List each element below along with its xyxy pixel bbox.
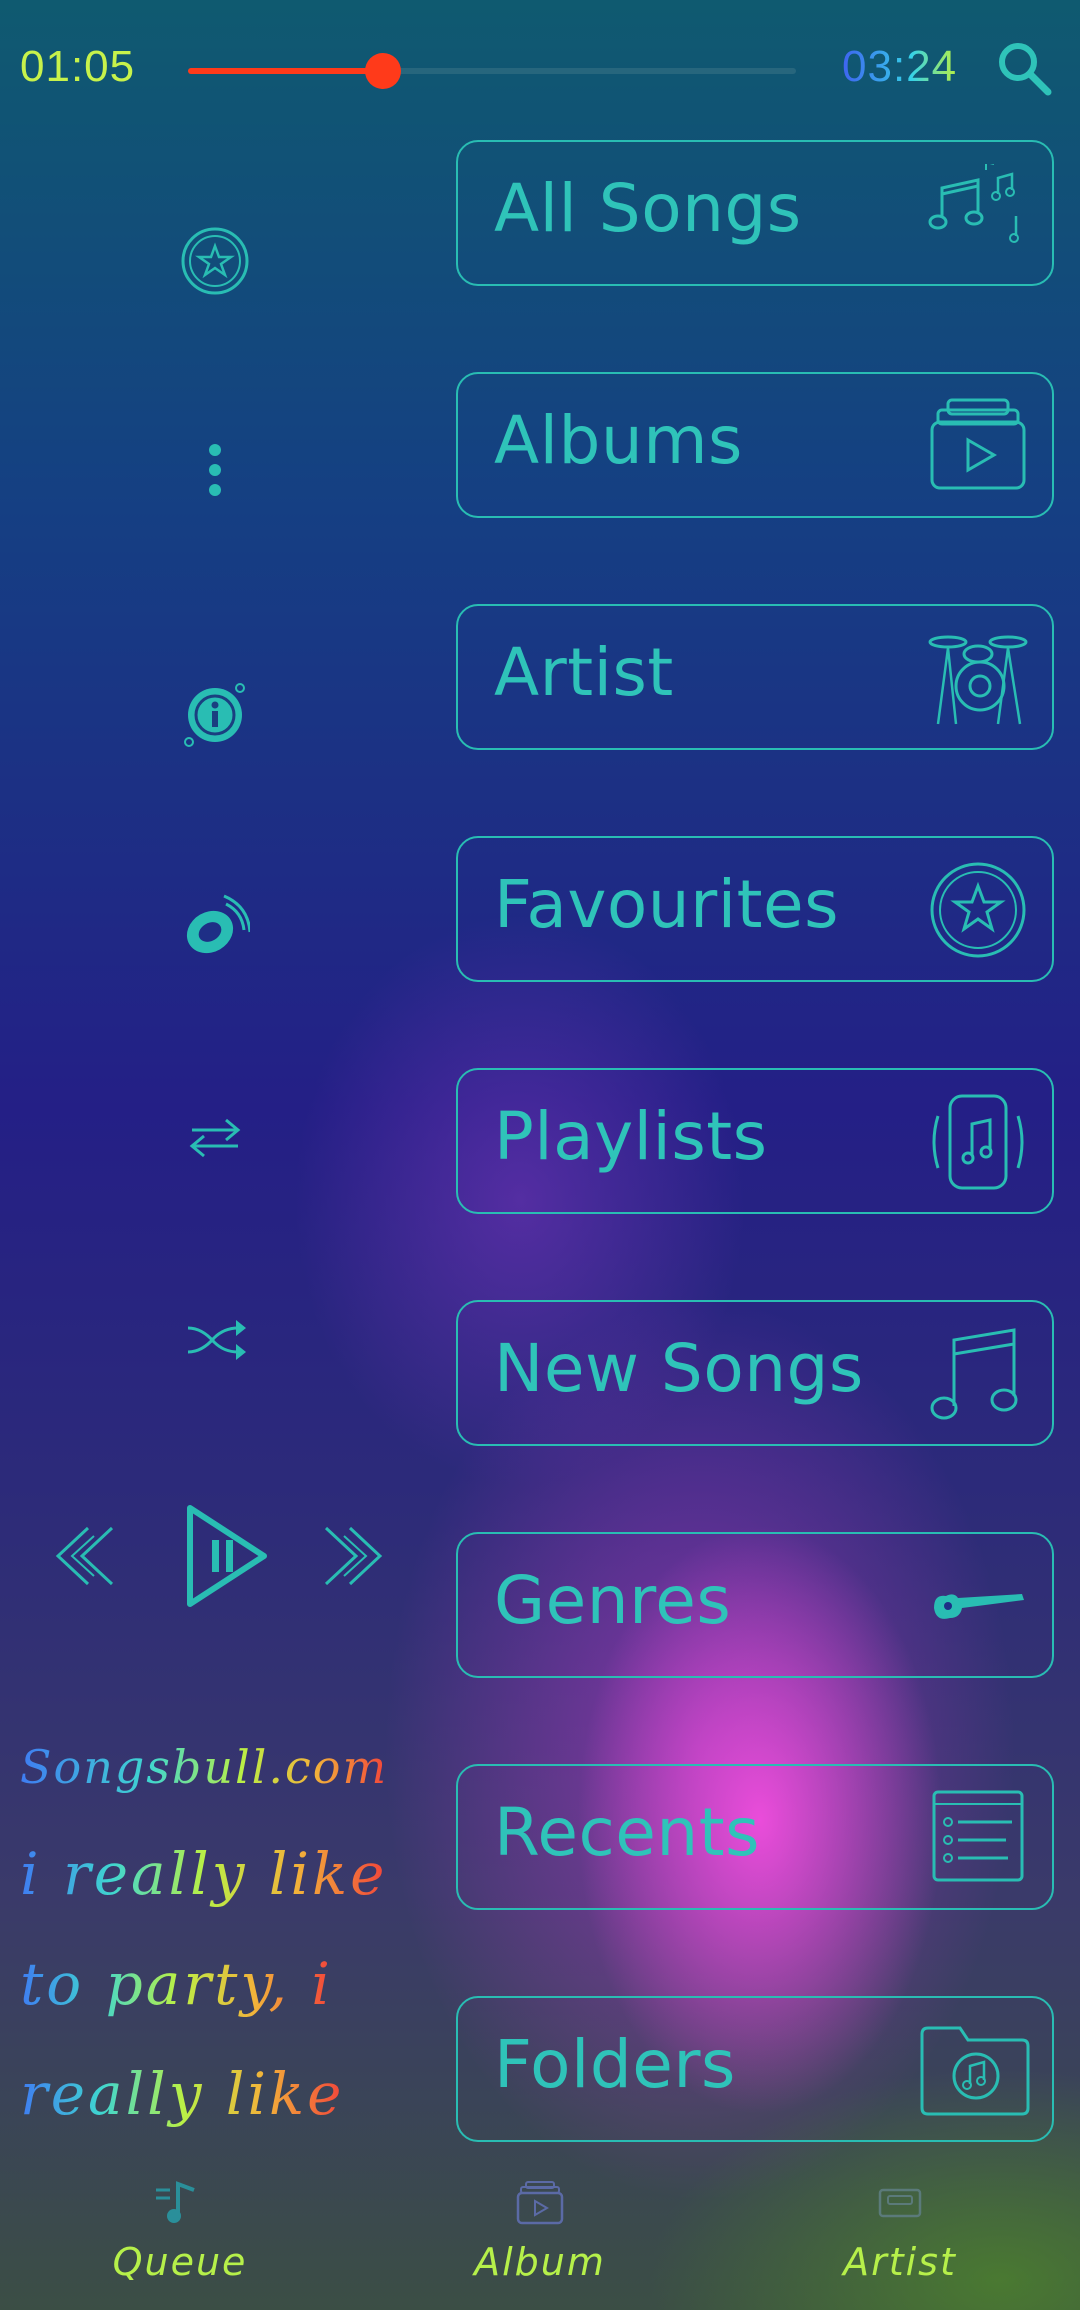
menu-playlists-button[interactable]: Playlists bbox=[456, 1068, 1054, 1214]
album-stack-icon bbox=[930, 398, 1026, 490]
menu-recents-button[interactable]: Recents bbox=[456, 1764, 1054, 1910]
next-icon[interactable] bbox=[318, 1520, 390, 1592]
speaker-icon[interactable] bbox=[180, 890, 250, 960]
menu-label: Genres bbox=[494, 1562, 732, 1639]
seek-bar[interactable] bbox=[188, 53, 796, 89]
phone-music-icon bbox=[932, 1094, 1024, 1190]
menu-folders-button[interactable]: Folders bbox=[456, 1996, 1054, 2142]
menu-label: Playlists bbox=[494, 1098, 768, 1175]
playback-bar: 01:05 03:24 bbox=[0, 0, 1080, 140]
music-note-icon bbox=[930, 1328, 1018, 1420]
menu-all-songs-button[interactable]: All Songs bbox=[456, 140, 1054, 286]
recent-list-icon bbox=[932, 1790, 1024, 1882]
menu-label: Folders bbox=[494, 2026, 736, 2103]
menu-label: All Songs bbox=[494, 170, 802, 247]
menu-artist-button[interactable]: Artist bbox=[456, 604, 1054, 750]
seek-thumb[interactable] bbox=[364, 53, 401, 89]
menu-favourites-button[interactable]: Favourites bbox=[456, 836, 1054, 982]
lyric-line: i really like bbox=[20, 1840, 388, 1908]
repeat-icon[interactable] bbox=[180, 1100, 250, 1170]
menu-albums-button[interactable]: Albums bbox=[456, 372, 1054, 518]
tab-label: Artist bbox=[843, 2240, 957, 2284]
menu-label: Favourites bbox=[494, 866, 839, 943]
seek-progress bbox=[188, 68, 383, 74]
music-folder-icon bbox=[920, 2026, 1030, 2116]
shuffle-icon[interactable] bbox=[180, 1304, 250, 1374]
lyric-line: really like bbox=[20, 2060, 345, 2128]
album-icon bbox=[516, 2181, 564, 2225]
cassette-icon bbox=[878, 2188, 922, 2218]
previous-icon[interactable] bbox=[48, 1520, 120, 1592]
tab-album[interactable]: Album bbox=[420, 2180, 660, 2284]
guitar-icon bbox=[934, 1594, 1024, 1619]
tab-artist[interactable]: Artist bbox=[780, 2180, 1020, 2284]
drum-kit-icon bbox=[928, 635, 1028, 725]
total-time: 03:24 bbox=[842, 42, 958, 91]
search-icon[interactable] bbox=[996, 40, 1052, 96]
tab-label: Queue bbox=[112, 2240, 248, 2284]
menu-label: Recents bbox=[494, 1794, 760, 1871]
queue-icon bbox=[156, 2181, 195, 2223]
more-options-icon[interactable] bbox=[180, 436, 250, 506]
menu-label: Artist bbox=[494, 634, 674, 711]
favourite-star-icon[interactable] bbox=[180, 226, 250, 296]
star-circle-icon bbox=[930, 862, 1026, 958]
tab-queue[interactable]: Queue bbox=[60, 2180, 300, 2284]
music-notes-icon bbox=[928, 164, 1019, 243]
info-icon[interactable] bbox=[180, 680, 250, 750]
lyrics-source: Songsbull.com bbox=[20, 1740, 389, 1794]
tab-label: Album bbox=[474, 2240, 606, 2284]
menu-label: New Songs bbox=[494, 1330, 864, 1407]
menu-genres-button[interactable]: Genres bbox=[456, 1532, 1054, 1678]
current-time: 01:05 bbox=[20, 42, 136, 91]
menu-label: Albums bbox=[494, 402, 743, 479]
lyric-line: to party, i bbox=[20, 1950, 333, 2018]
menu-new-songs-button[interactable]: New Songs bbox=[456, 1300, 1054, 1446]
play-pause-icon[interactable] bbox=[180, 1500, 270, 1612]
